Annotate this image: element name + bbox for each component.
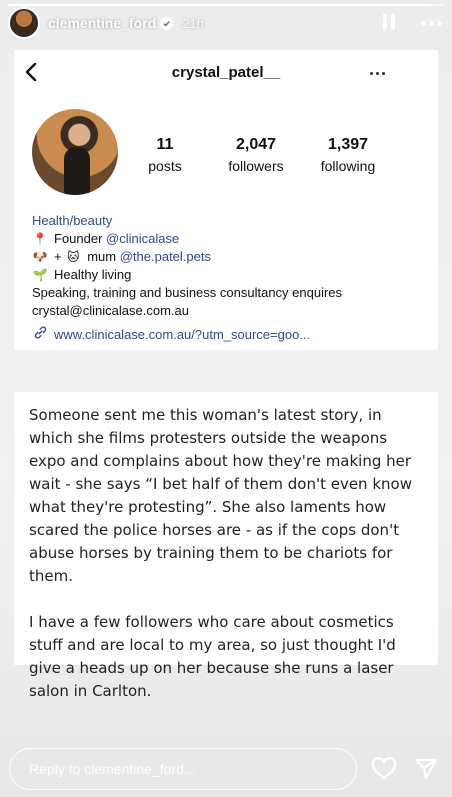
reply-input[interactable]: Reply to clementine_ford... [9,748,357,790]
bio-founder-prefix: Founder [54,231,103,246]
reply-placeholder: Reply to clementine_ford... [29,761,196,777]
bio-pets-link: @the.patel.pets [119,249,211,264]
send-icon[interactable] [413,756,439,787]
story-avatar[interactable] [8,7,40,39]
stat-following-label: following [320,158,376,174]
note-paragraph-1: Someone sent me this woman's latest stor… [29,406,412,585]
story-timestamp: 21h [182,15,204,31]
stat-followers-label: followers [228,158,284,174]
bio-category: Health/beauty [32,213,113,228]
bio-healthy-text: Healthy living [54,267,132,282]
note-paragraph-2: I have a few followers who care about co… [29,613,396,700]
story-view: clementine_ford 21h crystal_patel__ 11 p… [0,0,452,797]
profile-bio: Health/beauty 📍 Founder @clinicalase 🐶 +… [32,212,422,345]
bio-url-line: www.clinicalase.com.au/?utm_source=goo..… [32,325,422,345]
verified-badge-icon [160,16,174,30]
stat-following: 1,397 following [316,136,380,174]
seedling-icon: 🌱 [32,268,48,282]
bio-founder-link: @clinicalase [106,231,180,246]
stat-followers-value: 2,047 [235,136,277,153]
bio-founder-line: 📍 Founder @clinicalase [32,230,422,248]
bio-pets-middle: mum [87,249,117,264]
bio-email: crystal@clinicalase.com.au [32,303,189,318]
stat-followers: 2,047 followers [222,136,290,174]
stat-posts-label: posts [148,158,182,174]
story-header: clementine_ford 21h [8,6,442,40]
profile-topbar: crystal_patel__ [14,50,438,94]
profile-more-icon [370,72,385,75]
bio-speaking: Speaking, training and business consulta… [32,285,343,300]
pause-icon[interactable] [383,14,399,32]
more-icon[interactable] [421,20,442,26]
story-username[interactable]: clementine_ford [48,15,156,31]
dog-icon: 🐶 [32,250,48,264]
bio-pets-line: 🐶 + 🐱 mum @the.patel.pets [32,249,211,264]
bio-healthy-line: 🌱 Healthy living [32,266,422,284]
profile-screenshot: crystal_patel__ 11 posts 2,047 followers… [14,50,438,350]
stat-posts: 11 posts [147,136,183,174]
link-icon [32,325,48,345]
profile-photo [32,109,118,195]
stat-following-value: 1,397 [327,136,369,153]
bio-url: www.clinicalase.com.au/?utm_source=goo..… [54,327,311,342]
story-text-note: Someone sent me this woman's latest stor… [14,392,438,700]
cat-icon: 🐱 [66,250,80,264]
heart-icon[interactable] [371,757,397,786]
stat-posts-value: 11 [156,136,174,153]
pin-icon: 📍 [32,232,48,246]
